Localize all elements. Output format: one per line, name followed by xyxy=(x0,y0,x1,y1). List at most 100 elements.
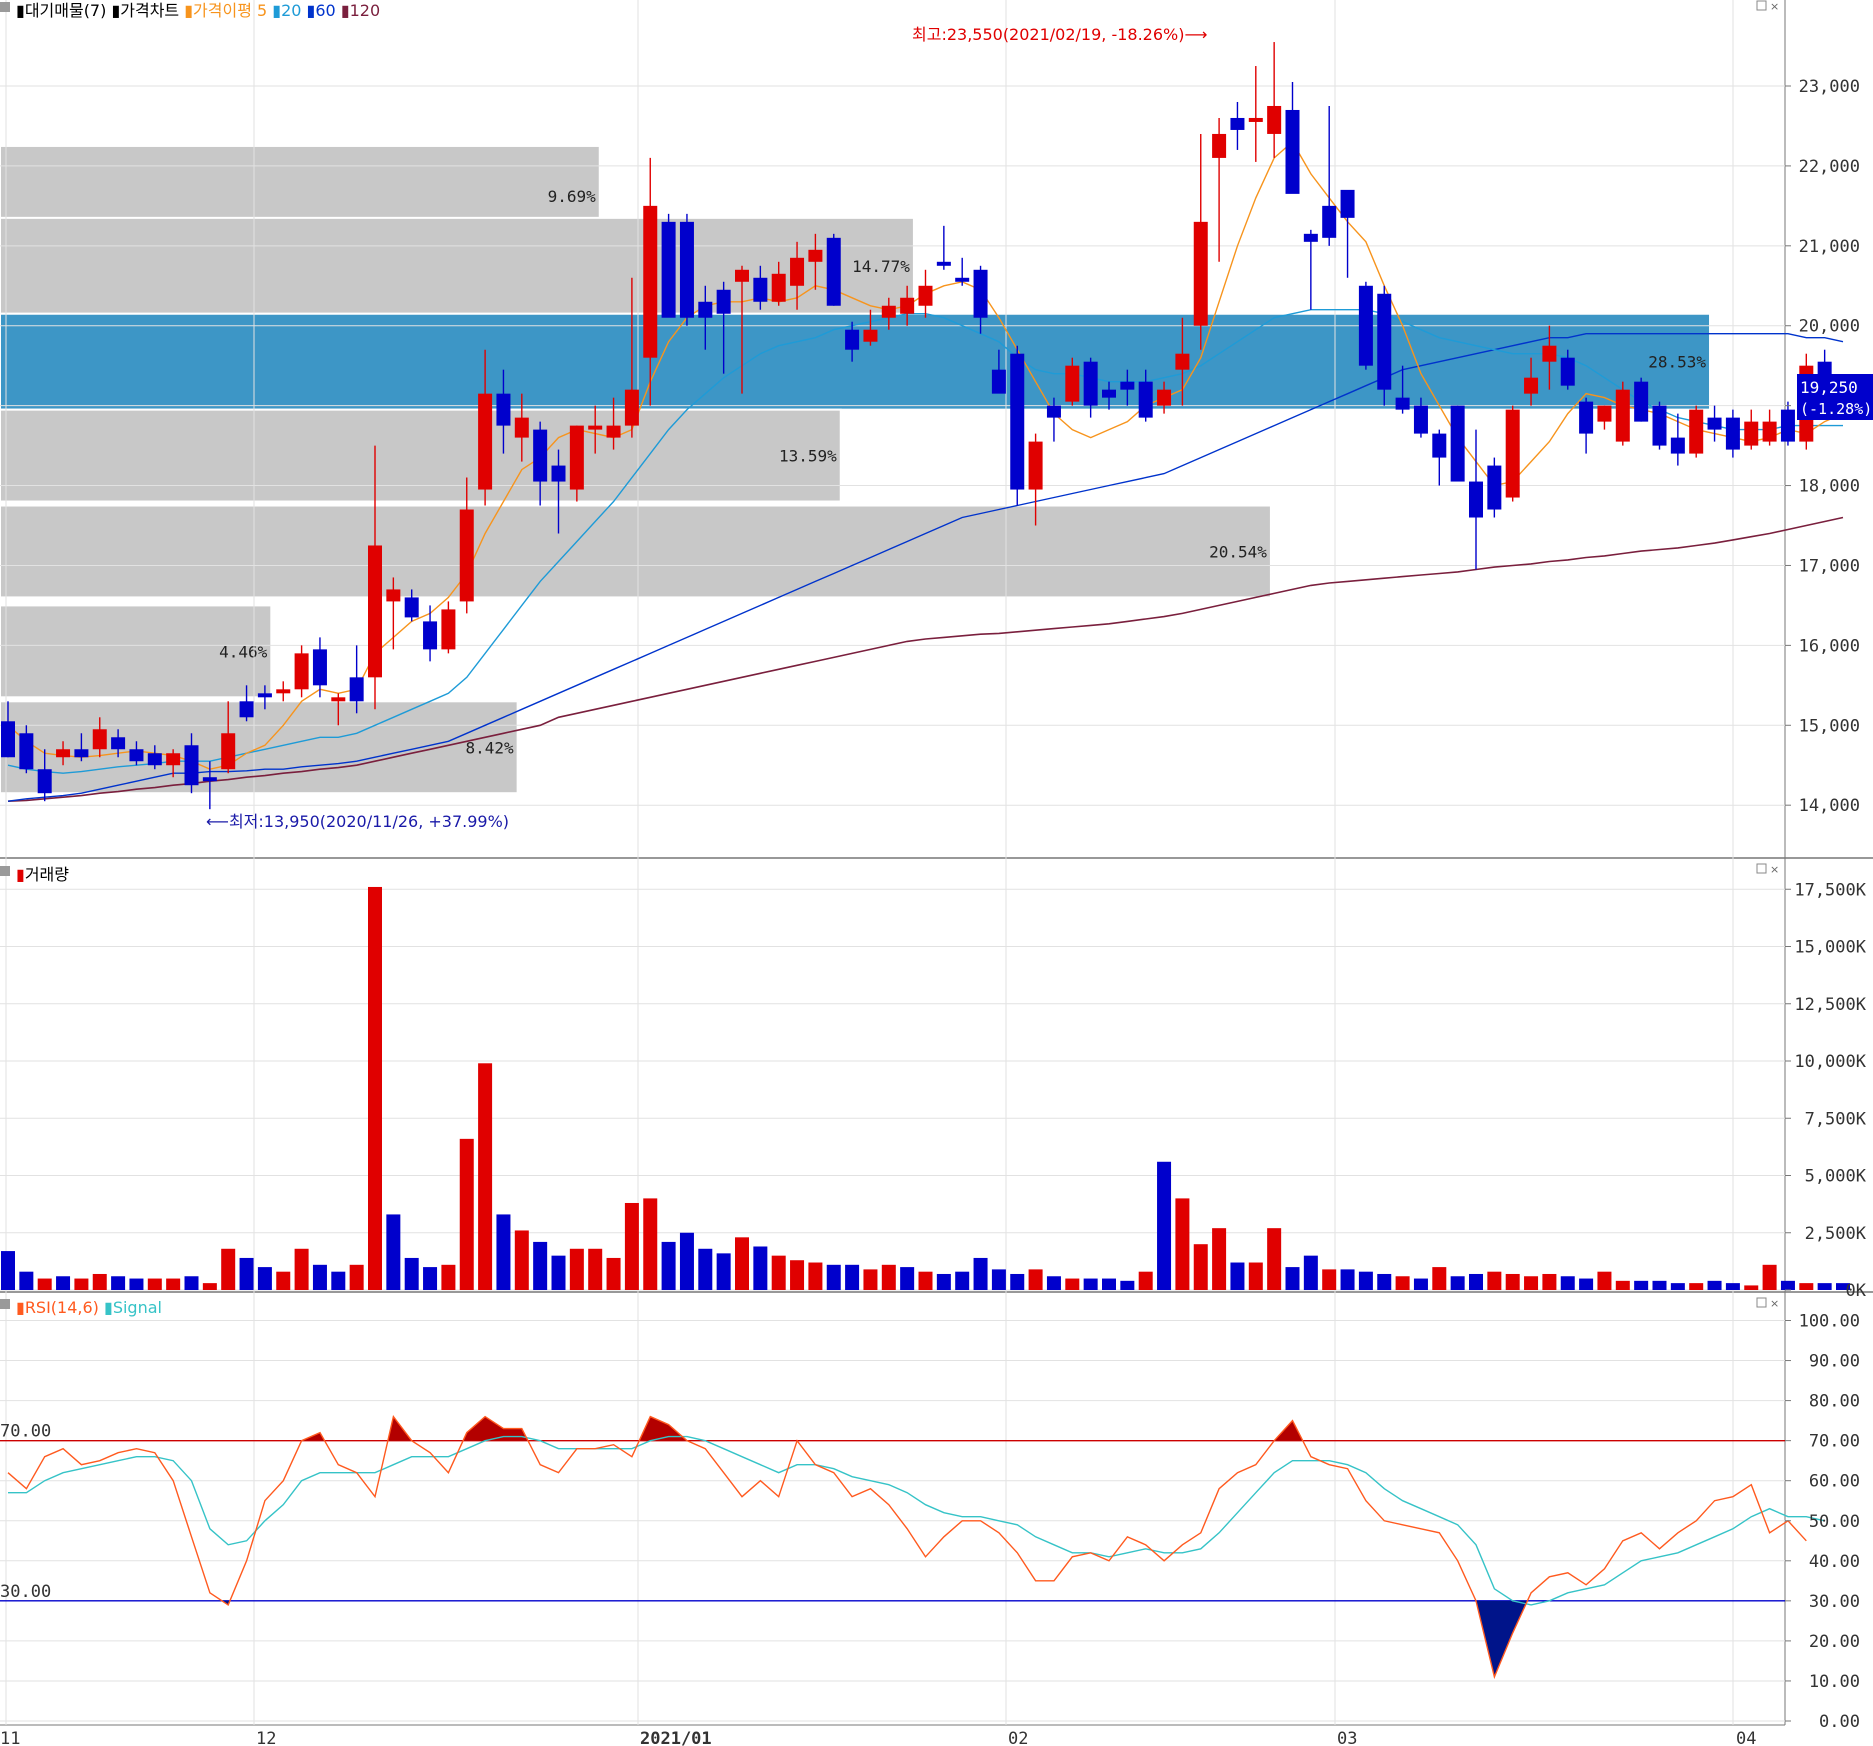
candle-body xyxy=(496,393,511,426)
price-legend-text[interactable]: ▮대기매물(7) ▮가격차트 ▮가격이평 5 ▮20 ▮60 ▮120 xyxy=(16,1,380,20)
volume-bar xyxy=(129,1278,144,1290)
candle-body xyxy=(368,545,382,678)
candle-body xyxy=(1652,405,1667,446)
candle-body xyxy=(331,697,346,702)
volume-tick-label: 2,500K xyxy=(1805,1224,1867,1244)
volume-bar xyxy=(955,1271,970,1290)
date-label: 12 xyxy=(256,1729,276,1746)
candle-body xyxy=(1193,221,1208,326)
candle-body xyxy=(1046,405,1061,418)
panel-handle-icon[interactable] xyxy=(0,866,10,876)
candle-body xyxy=(698,301,713,318)
volume-bar xyxy=(606,1257,621,1290)
candle-body xyxy=(643,205,658,358)
candle-body xyxy=(1303,233,1318,242)
legend-marker: ▮ xyxy=(184,1,193,20)
volume-bar xyxy=(808,1262,823,1290)
volume-bar xyxy=(423,1267,438,1290)
volume-bar xyxy=(514,1230,529,1290)
volume-bar xyxy=(1487,1271,1502,1290)
volume-tick-label: 7,500K xyxy=(1805,1109,1867,1129)
candle-body xyxy=(588,425,603,430)
volume-bar xyxy=(1725,1283,1740,1290)
legend-marker: ▮ xyxy=(341,1,350,20)
volume-bar xyxy=(386,1214,401,1290)
volume-bar xyxy=(147,1278,162,1290)
volume-bar xyxy=(459,1138,474,1290)
candle-body xyxy=(808,249,823,262)
candle-body xyxy=(826,237,841,306)
legend-marker: ▮ xyxy=(16,1,25,20)
price-tick-label: 22,000 xyxy=(1799,157,1860,177)
volume-bar xyxy=(368,886,382,1290)
volume-bar xyxy=(863,1269,878,1290)
candle-body xyxy=(202,777,217,782)
rsi-tick-label: 0.00 xyxy=(1819,1712,1860,1732)
volume-bar xyxy=(826,1264,841,1290)
price-tick-label: 20,000 xyxy=(1799,317,1860,337)
volume-bar xyxy=(1230,1262,1245,1290)
candle-body xyxy=(1175,353,1190,370)
candle-body xyxy=(881,305,896,318)
candle-body xyxy=(1340,189,1355,218)
volume-bar xyxy=(753,1246,768,1290)
candle-body xyxy=(514,417,529,438)
candle-body xyxy=(900,297,915,314)
volume-bar xyxy=(1046,1276,1061,1290)
volume-bar xyxy=(1157,1161,1172,1290)
panel-handle-icon[interactable] xyxy=(0,2,10,12)
rsi-tick-label: 60.00 xyxy=(1809,1472,1860,1492)
volume-bar xyxy=(1505,1273,1520,1290)
candle-body xyxy=(294,653,309,690)
volume-bar xyxy=(202,1283,217,1290)
close-panel-icon[interactable]: × xyxy=(1770,1297,1779,1310)
volume-bar xyxy=(441,1264,456,1290)
candle-body xyxy=(735,269,749,282)
candle-body xyxy=(56,749,71,758)
rsi-legend-text[interactable]: ▮RSI(14,6) ▮Signal xyxy=(16,1298,162,1317)
close-panel-icon[interactable]: × xyxy=(1770,0,1779,13)
rsi-upper-label: 70.00 xyxy=(0,1422,51,1442)
date-label: 2021/01 xyxy=(640,1729,712,1746)
legend-item: 60 xyxy=(315,1,340,20)
volume-bar xyxy=(1,1251,15,1290)
volume-bar xyxy=(533,1241,548,1290)
candle-body xyxy=(991,369,1006,394)
volume-bar xyxy=(973,1257,988,1290)
volume-bar xyxy=(1138,1271,1153,1290)
candle-body xyxy=(404,597,419,618)
volume-legend-label: 거래량 xyxy=(25,865,69,884)
volume-bar xyxy=(1744,1285,1759,1290)
candle-body xyxy=(147,753,162,766)
rsi-tick-label: 80.00 xyxy=(1809,1392,1860,1412)
volume-bar xyxy=(845,1264,860,1290)
stock-chart: 9.69%14.77%28.53%13.59%20.54%4.46%8.42% … xyxy=(0,0,1873,1746)
candle-body xyxy=(1634,381,1649,422)
rsi-tick-label: 20.00 xyxy=(1809,1632,1860,1652)
volume-bar xyxy=(1524,1276,1539,1290)
volume-bar xyxy=(643,1198,658,1290)
volume-bar xyxy=(551,1255,566,1290)
close-panel-icon[interactable]: × xyxy=(1770,863,1779,876)
candle-body xyxy=(624,389,639,426)
rsi-tick-label: 50.00 xyxy=(1809,1512,1860,1532)
volume-tick-label: 12,500K xyxy=(1794,995,1866,1015)
volume-bar xyxy=(1707,1280,1722,1290)
volume-bar xyxy=(1670,1283,1685,1290)
candle-body xyxy=(1487,465,1502,510)
panel-handle-icon[interactable] xyxy=(0,1299,10,1309)
candle-body xyxy=(1267,105,1282,134)
volume-legend-text[interactable]: ▮거래량 xyxy=(16,865,69,884)
date-label: 03 xyxy=(1337,1729,1357,1746)
legend-item: 가격차트 xyxy=(120,1,184,20)
candle-body xyxy=(1102,389,1116,398)
candle-body xyxy=(1725,417,1740,450)
candle-body xyxy=(349,677,364,702)
volume-bar xyxy=(1175,1198,1190,1290)
candle-body xyxy=(1615,389,1630,442)
supply-zone-label: 20.54% xyxy=(1209,542,1267,561)
volume-bar xyxy=(1469,1273,1483,1290)
candle-body xyxy=(1028,441,1043,490)
candle-body xyxy=(221,733,236,770)
volume-bar xyxy=(1377,1273,1392,1290)
